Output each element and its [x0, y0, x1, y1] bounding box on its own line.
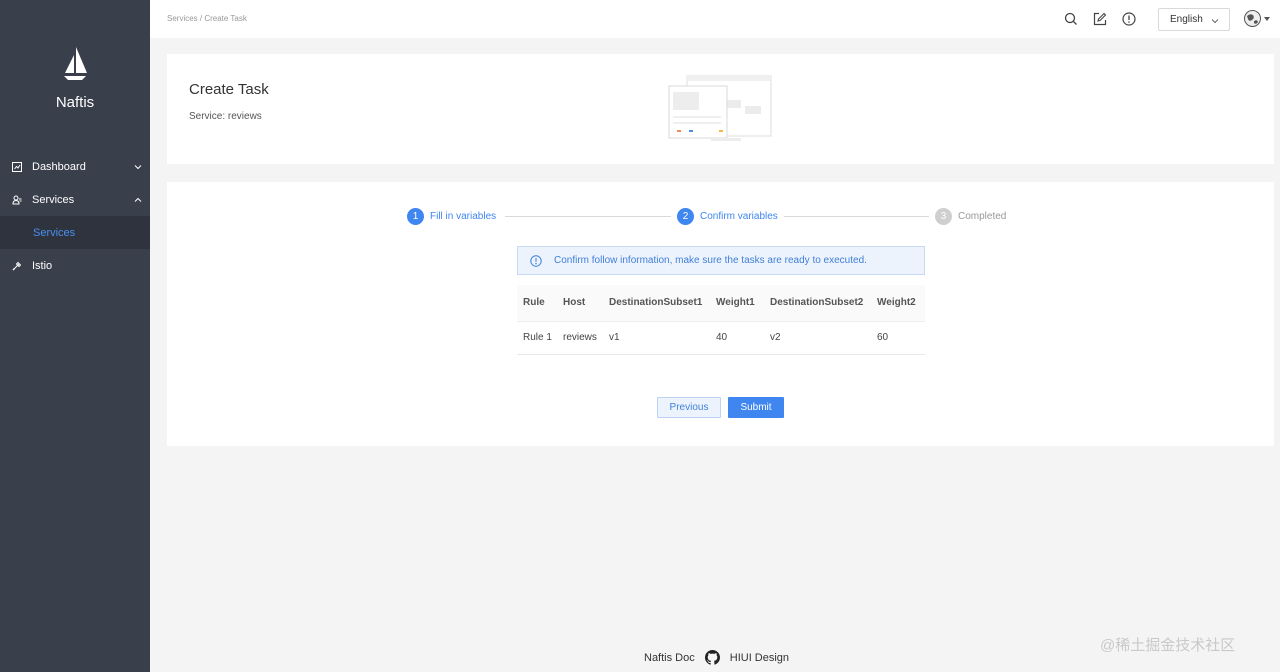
- table-row: Rule 1 reviews v1 40 v2 60: [517, 321, 925, 355]
- previous-button[interactable]: Previous: [657, 397, 721, 418]
- info-icon[interactable]: [1121, 11, 1137, 27]
- alert-text: Confirm follow information, make sure th…: [554, 255, 867, 266]
- language-select[interactable]: English: [1158, 8, 1230, 31]
- table-header-row: Rule Host DestinationSubset1 Weight1 Des…: [517, 285, 925, 322]
- step-connector: [505, 216, 675, 217]
- sailboat-logo-icon: [64, 47, 87, 80]
- info-circle-icon: [530, 254, 542, 267]
- watermark: @稀土掘金技术社区: [1100, 637, 1236, 654]
- search-icon[interactable]: [1063, 11, 1079, 27]
- footer: Naftis Doc HIUI Design: [644, 650, 789, 665]
- sidebar-subitem-label: Services: [33, 226, 76, 239]
- table-cell: reviews: [557, 321, 603, 355]
- sidebar-item-istio[interactable]: Istio: [0, 249, 150, 282]
- column-header: Weight2: [871, 285, 925, 322]
- logo-text: Naftis: [55, 94, 95, 111]
- sidebar-item-label: Istio: [32, 259, 53, 272]
- avatar-dropdown-icon[interactable]: [1264, 17, 1270, 21]
- dashboard-icon: [11, 161, 23, 173]
- column-header: Weight1: [710, 285, 764, 322]
- info-alert: Confirm follow information, make sure th…: [517, 246, 925, 275]
- step-fill-variables[interactable]: 1 Fill in variables: [407, 208, 503, 225]
- logo[interactable]: Naftis: [0, 46, 150, 111]
- step-label: Completed: [958, 211, 1007, 222]
- task-table: Rule Host DestinationSubset1 Weight1 Des…: [517, 285, 925, 355]
- step-completed[interactable]: 3 Completed: [929, 208, 1013, 225]
- sidebar-menu: Dashboard Services Services Istio: [0, 150, 150, 282]
- column-header: DestinationSubset2: [764, 285, 871, 322]
- top-header: Services / Create Task English: [150, 0, 1280, 38]
- edit-icon[interactable]: [1092, 11, 1108, 27]
- page-header-card: Create Task Service: reviews: [167, 54, 1274, 164]
- step-number: 3: [935, 208, 952, 225]
- task-form-card: 1 Fill in variables 2 Confirm variables …: [167, 182, 1274, 446]
- submit-button[interactable]: Submit: [728, 397, 784, 418]
- table-cell: Rule 1: [517, 321, 557, 355]
- sidebar: Naftis Dashboard Services Services Istio: [0, 0, 150, 672]
- page-title: Create Task: [189, 81, 269, 98]
- chevron-down-icon: [134, 161, 142, 173]
- footer-design-link[interactable]: HIUI Design: [730, 652, 789, 664]
- column-header: DestinationSubset1: [603, 285, 710, 322]
- breadcrumb[interactable]: Services / Create Task: [167, 14, 247, 23]
- sidebar-item-services[interactable]: Services: [0, 183, 150, 216]
- footer-doc-link[interactable]: Naftis Doc: [644, 652, 695, 664]
- sidebar-item-label: Services: [32, 193, 75, 206]
- services-icon: [11, 194, 23, 206]
- column-header: Host: [557, 285, 603, 322]
- column-header: Rule: [517, 285, 557, 322]
- step-label: Fill in variables: [430, 211, 497, 222]
- step-connector: [777, 216, 937, 217]
- step-confirm-variables[interactable]: 2 Confirm variables: [671, 208, 784, 225]
- sidebar-item-label: Dashboard: [32, 160, 86, 173]
- steps: 1 Fill in variables 2 Confirm variables …: [407, 208, 1017, 226]
- services-submenu: Services: [0, 216, 150, 249]
- page-subtitle: Service: reviews: [189, 111, 262, 122]
- dashboard-illustration-icon: [668, 75, 772, 141]
- step-label: Confirm variables: [700, 211, 778, 222]
- language-select-value: English: [1170, 14, 1203, 25]
- chevron-down-icon: [1211, 16, 1219, 27]
- step-number: 1: [407, 208, 424, 225]
- avatar[interactable]: [1244, 10, 1261, 27]
- istio-icon: [11, 260, 23, 272]
- table-cell: v1: [603, 321, 710, 355]
- step-number: 2: [677, 208, 694, 225]
- github-icon[interactable]: [704, 650, 720, 665]
- table-cell: 40: [710, 321, 764, 355]
- table-cell: 60: [871, 321, 925, 355]
- table-cell: v2: [764, 321, 871, 355]
- sidebar-subitem-services[interactable]: Services: [0, 216, 150, 249]
- sidebar-item-dashboard[interactable]: Dashboard: [0, 150, 150, 183]
- chevron-up-icon: [134, 194, 142, 206]
